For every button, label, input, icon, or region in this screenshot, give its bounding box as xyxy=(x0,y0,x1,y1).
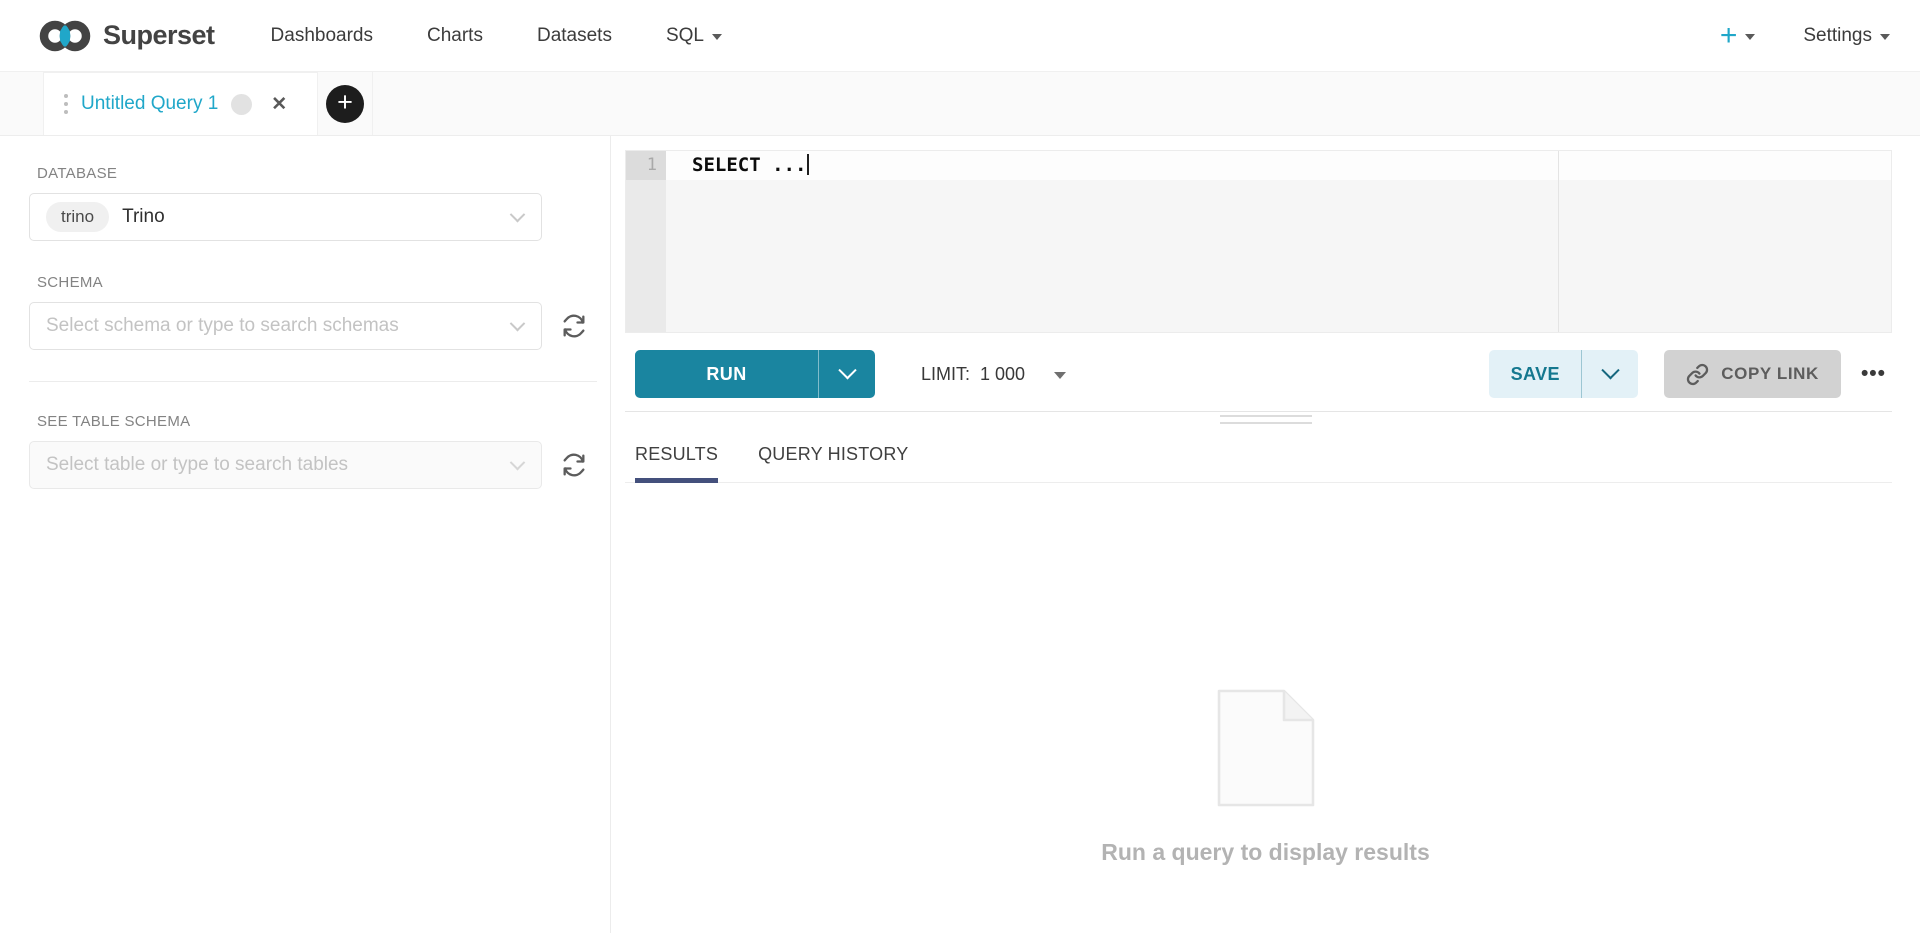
editor-toolbar: RUN LIMIT: 1 000 SAVE COPY xyxy=(625,350,1892,412)
table-select[interactable]: Select table or type to search tables xyxy=(29,441,542,489)
schema-select[interactable]: Select schema or type to search schemas xyxy=(29,302,542,350)
chevron-down-icon xyxy=(838,361,856,379)
settings-menu[interactable]: Settings xyxy=(1803,25,1890,47)
run-split-button: RUN xyxy=(635,350,875,398)
database-engine-tag: trino xyxy=(46,202,109,232)
pane-resize-handle[interactable] xyxy=(611,412,1920,427)
schema-placeholder: Select schema or type to search schemas xyxy=(46,315,399,337)
caret-down-icon xyxy=(1054,372,1066,379)
chevron-down-icon xyxy=(510,316,526,332)
superset-logo[interactable]: Superset xyxy=(37,20,215,52)
results-panel: Run a query to display results xyxy=(611,483,1920,933)
plus-icon: + xyxy=(1720,21,1738,51)
nav-dashboards[interactable]: Dashboards xyxy=(271,25,373,47)
superset-infinity-icon xyxy=(37,20,93,52)
save-button[interactable]: SAVE xyxy=(1489,350,1581,398)
plus-circle-icon: + xyxy=(326,85,364,123)
run-options-button[interactable] xyxy=(818,350,875,398)
chevron-down-icon xyxy=(1880,34,1890,40)
more-actions-button[interactable]: ••• xyxy=(1855,358,1892,390)
line-number: 1 xyxy=(626,151,666,180)
new-query-tab-button[interactable]: + xyxy=(318,72,373,135)
drag-handle-icon[interactable] xyxy=(64,94,68,114)
text-cursor xyxy=(807,154,809,175)
main-nav: Dashboards Charts Datasets SQL xyxy=(271,25,722,47)
table-placeholder: Select table or type to search tables xyxy=(46,454,348,476)
results-tab-bar: RESULTS QUERY HISTORY xyxy=(625,431,1892,483)
new-item-menu[interactable]: + xyxy=(1720,21,1756,51)
chevron-down-icon xyxy=(1745,34,1755,40)
chevron-down-icon xyxy=(510,455,526,471)
sqllab-main-panel: 1 SELECT ... RUN LIMIT: 1 000 SAVE xyxy=(611,136,1920,933)
sql-code-line: SELECT ... xyxy=(666,151,1891,180)
chevron-down-icon xyxy=(712,34,722,40)
close-tab-icon[interactable]: ✕ xyxy=(271,93,287,116)
query-tab-active[interactable]: Untitled Query 1 ✕ xyxy=(43,72,318,135)
editor-gutter: 1 xyxy=(626,151,666,332)
navbar-right: + Settings xyxy=(1720,21,1890,51)
database-value: Trino xyxy=(122,206,165,228)
save-options-button[interactable] xyxy=(1581,350,1638,398)
tab-results[interactable]: RESULTS xyxy=(635,431,718,482)
schema-label: SCHEMA xyxy=(37,274,610,291)
empty-document-icon xyxy=(1217,689,1315,807)
tab-query-history[interactable]: QUERY HISTORY xyxy=(758,431,908,482)
table-schema-label: SEE TABLE SCHEMA xyxy=(37,413,610,430)
refresh-tables-button[interactable] xyxy=(560,451,588,479)
nav-sql-menu[interactable]: SQL xyxy=(666,25,722,47)
run-button[interactable]: RUN xyxy=(635,350,818,398)
limit-dropdown[interactable]: LIMIT: 1 000 xyxy=(921,364,1066,385)
chevron-down-icon xyxy=(1601,361,1619,379)
top-navbar: Superset Dashboards Charts Datasets SQL … xyxy=(0,0,1920,72)
empty-results-message: Run a query to display results xyxy=(1101,839,1429,866)
limit-value: 1 000 xyxy=(980,364,1025,385)
save-split-button: SAVE xyxy=(1489,350,1638,398)
database-select[interactable]: trino Trino xyxy=(29,193,542,241)
query-tab-strip: Untitled Query 1 ✕ + xyxy=(0,72,1920,136)
refresh-schemas-button[interactable] xyxy=(560,312,588,340)
nav-datasets[interactable]: Datasets xyxy=(537,25,612,47)
query-status-dot xyxy=(231,94,252,115)
sqllab-left-panel: DATABASE trino Trino SCHEMA Select schem… xyxy=(0,136,611,933)
sidebar-divider xyxy=(29,381,597,382)
link-icon xyxy=(1686,363,1709,386)
database-label: DATABASE xyxy=(37,165,610,182)
query-tab-label: Untitled Query 1 xyxy=(81,93,218,115)
brand-name: Superset xyxy=(103,20,215,51)
chevron-down-icon xyxy=(510,207,526,223)
copy-link-button[interactable]: COPY LINK xyxy=(1664,350,1841,398)
sql-code-area[interactable]: SELECT ... xyxy=(666,151,1891,332)
nav-charts[interactable]: Charts xyxy=(427,25,483,47)
limit-label: LIMIT: xyxy=(921,364,970,385)
sql-editor: 1 SELECT ... xyxy=(625,150,1892,333)
